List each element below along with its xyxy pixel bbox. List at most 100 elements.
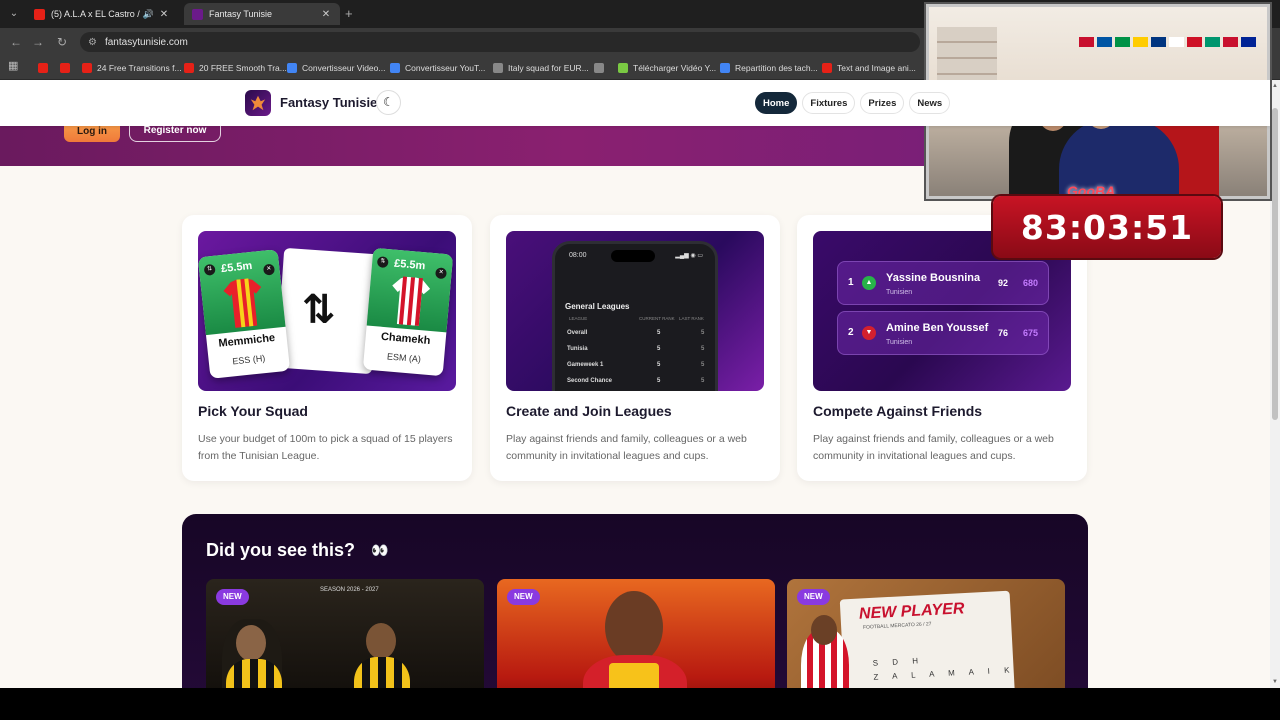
page-scrollbar[interactable]: ▲ ▼ bbox=[1270, 80, 1280, 688]
feature-card-pick-squad: ⇅ £5.5m ✕ Memmiche ESS (H) ⇅ ⇅ £5.5m ✕ C… bbox=[182, 215, 472, 481]
brand-name[interactable]: Fantasy Tunisie bbox=[280, 95, 377, 110]
bookmark-item[interactable] bbox=[594, 61, 609, 75]
fantasy-favicon-icon bbox=[192, 8, 203, 20]
bookmark-favicon-icon bbox=[493, 63, 503, 73]
stream-timer: 83:03:51 bbox=[993, 196, 1221, 258]
card-title: Create and Join Leagues bbox=[506, 403, 672, 419]
signal-wifi-battery-icon: ▂▄▆ ◉ ▭ bbox=[675, 253, 703, 259]
leader-club: Tunisien bbox=[886, 289, 913, 296]
new-tab-icon[interactable]: + bbox=[345, 6, 353, 21]
player-head bbox=[366, 623, 396, 659]
bookmark-label: Télécharger Vidéo Y... bbox=[633, 63, 717, 73]
scroll-down-icon[interactable]: ▼ bbox=[1271, 678, 1279, 686]
leader-rank: 1 bbox=[848, 277, 854, 288]
bookmark-favicon-icon bbox=[822, 63, 832, 73]
scroll-up-icon[interactable]: ▲ bbox=[1271, 82, 1279, 90]
jersey-red-yellow-icon bbox=[223, 278, 262, 328]
phone-notch bbox=[611, 250, 655, 262]
player-head bbox=[811, 615, 837, 645]
bookmark-favicon-icon bbox=[38, 63, 48, 73]
scroll-thumb[interactable] bbox=[1272, 108, 1278, 420]
news-card[interactable]: NEW SEASON 2026 - 2027 bbox=[206, 579, 484, 688]
bookmark-item[interactable]: Text and Image ani... bbox=[822, 61, 916, 75]
bookmark-favicon-icon bbox=[184, 63, 194, 73]
leader-gw-points: 76 bbox=[998, 328, 1009, 338]
nav-prizes[interactable]: Prizes bbox=[860, 92, 905, 114]
taskbar-strip bbox=[0, 688, 1280, 720]
bookmark-label: Convertisseur Video... bbox=[302, 63, 386, 73]
leader-name: Yassine Bousnina bbox=[886, 272, 981, 284]
bookmark-item[interactable]: 24 Free Transitions f... bbox=[82, 61, 182, 75]
did-you-see-this-section: Did you see this? 👀 NEW SEASON 2026 - 20… bbox=[182, 514, 1088, 688]
league-row: Overall 5 5 bbox=[567, 330, 705, 336]
apps-grid-icon[interactable]: ▦ bbox=[8, 60, 20, 72]
close-tab-icon[interactable]: ✕ bbox=[320, 9, 332, 20]
leagues-heading: General Leagues bbox=[565, 302, 630, 311]
leagues-illustration: 08:00 ▂▄▆ ◉ ▭ General Leagues LEAGUE CUR… bbox=[506, 231, 764, 391]
bookmark-item[interactable]: Italy squad for EUR... bbox=[493, 61, 589, 75]
flags-bunting bbox=[1079, 37, 1259, 61]
player-team: ESS (H) bbox=[231, 353, 266, 367]
new-badge: NEW bbox=[797, 589, 830, 605]
bookmark-favicon-icon bbox=[618, 63, 628, 73]
league-row: Second Chance 5 5 bbox=[567, 378, 705, 384]
bookmark-favicon-icon bbox=[82, 63, 92, 73]
tab-fantasy-tunisie[interactable]: Fantasy Tunisie ✕ bbox=[184, 3, 340, 25]
bookmark-label: Repartition des tach... bbox=[735, 63, 818, 73]
swap-arrows-icon: ⇅ bbox=[302, 288, 336, 332]
site-header: Fantasy Tunisie ☾ Home Fixtures Prizes N… bbox=[0, 80, 1270, 126]
speaker-icon[interactable]: 🔊 bbox=[143, 9, 154, 20]
col-current: CURRENT RANK bbox=[639, 316, 675, 321]
bookmark-label: 20 FREE Smooth Tra... bbox=[199, 63, 287, 73]
tab-youtube[interactable]: (5) A.L.A x EL Castro / L.E.V.A 🔊 ✕ bbox=[26, 3, 178, 25]
news-card[interactable]: NEW bbox=[497, 579, 775, 688]
phone-time: 08:00 bbox=[569, 252, 587, 259]
leaderboard-row: 1 ▲ Yassine Bousnina Tunisien 92 680 bbox=[837, 261, 1049, 305]
bookmark-favicon-icon bbox=[390, 63, 400, 73]
bookmark-item[interactable]: Convertisseur YouT... bbox=[390, 61, 485, 75]
tab-title: (5) A.L.A x EL Castro / L.E.V.A bbox=[51, 9, 143, 19]
new-badge: NEW bbox=[216, 589, 249, 605]
season-text: SEASON 2026 - 2027 bbox=[320, 587, 379, 593]
card-title: Compete Against Friends bbox=[813, 403, 983, 419]
bookmark-favicon-icon bbox=[287, 63, 297, 73]
bookmark-item[interactable] bbox=[60, 61, 75, 75]
bookmark-favicon-icon bbox=[720, 63, 730, 73]
bookmark-item[interactable]: Convertisseur Video... bbox=[287, 61, 385, 75]
col-league: LEAGUE bbox=[569, 316, 588, 321]
bookmark-item[interactable] bbox=[38, 61, 53, 75]
rank-up-icon: ▲ bbox=[862, 276, 876, 290]
nav-home[interactable]: Home bbox=[755, 92, 798, 114]
player-head bbox=[236, 625, 266, 661]
bookmark-item[interactable]: Repartition des tach... bbox=[720, 61, 818, 75]
nav-news[interactable]: News bbox=[909, 92, 951, 114]
leader-name: Amine Ben Youssef bbox=[886, 322, 989, 334]
bookmark-item[interactable]: 20 FREE Smooth Tra... bbox=[184, 61, 287, 75]
news-card[interactable]: NEW NEW PLAYER FOOTBALL MERCATO 26 / 27 … bbox=[787, 579, 1065, 688]
eyes-emoji-icon: 👀 bbox=[371, 542, 389, 558]
back-icon[interactable]: ← bbox=[8, 34, 24, 50]
main-nav: Home Fixtures Prizes News bbox=[755, 92, 951, 114]
player-team: ESM (A) bbox=[386, 351, 422, 365]
player-jersey bbox=[354, 657, 410, 688]
site-info-icon[interactable]: ⚙ bbox=[88, 37, 97, 48]
address-bar[interactable]: ⚙ fantasytunisie.com bbox=[80, 32, 920, 52]
leader-rank: 2 bbox=[848, 327, 854, 338]
reload-icon[interactable]: ↻ bbox=[54, 34, 70, 50]
forward-icon[interactable]: → bbox=[30, 34, 46, 50]
card-title: Pick Your Squad bbox=[198, 403, 308, 419]
theme-toggle-moon-icon[interactable]: ☾ bbox=[376, 90, 401, 115]
close-tab-icon[interactable]: ✕ bbox=[158, 9, 170, 20]
tab-search-icon[interactable]: ⌄ bbox=[6, 6, 22, 22]
league-row: Tunisia 5 5 bbox=[567, 346, 705, 352]
youtube-favicon-icon bbox=[34, 8, 45, 20]
player-card: ⇅ £5.5m ✕ Memmiche ESS (H) bbox=[198, 249, 291, 379]
phoenix-logo-icon[interactable] bbox=[245, 90, 271, 116]
bookmark-item[interactable]: Télécharger Vidéo Y... bbox=[618, 61, 716, 75]
player-head bbox=[605, 591, 663, 663]
jersey-stripe bbox=[609, 663, 659, 688]
nav-fixtures[interactable]: Fixtures bbox=[802, 92, 856, 114]
bookmark-favicon-icon bbox=[60, 63, 70, 73]
jersey-red-white-icon bbox=[392, 276, 431, 326]
col-last: LAST RANK bbox=[679, 316, 704, 321]
